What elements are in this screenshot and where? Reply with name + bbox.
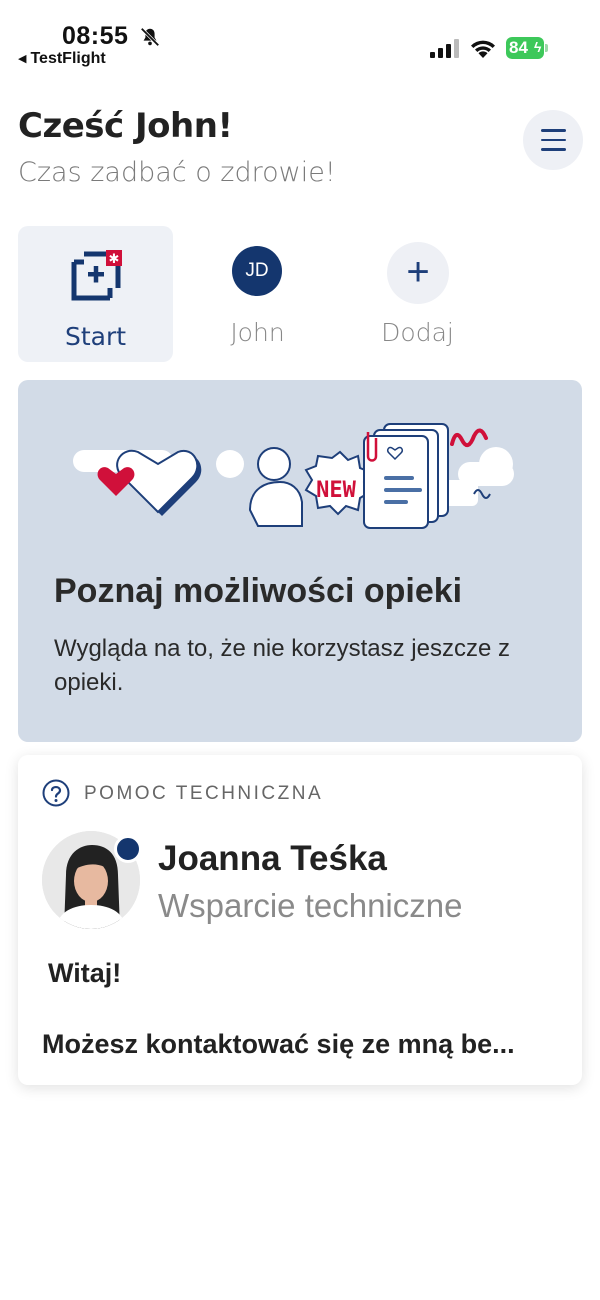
status-time: 08:55 <box>62 22 129 50</box>
tab-add-profile[interactable]: + Dodaj <box>340 226 495 362</box>
promo-title: Poznaj możliwości opieki <box>54 572 463 610</box>
new-badge-label: NEW <box>316 478 356 503</box>
document-stack-icon <box>363 423 449 529</box>
status-bar: 08:55 ◀ TestFlight 84 ϟ <box>0 0 600 80</box>
svg-text:✱: ✱ <box>109 252 120 267</box>
tab-john-label: John <box>230 318 285 347</box>
wifi-icon <box>471 40 495 58</box>
battery-level: 84 <box>509 38 528 57</box>
add-profile-button[interactable]: + <box>387 242 449 304</box>
person-illustration <box>248 447 303 527</box>
help-question-icon <box>42 779 70 807</box>
tab-add-label: Dodaj <box>381 318 454 347</box>
back-triangle-icon: ◀ <box>18 53 27 65</box>
back-to-app-link[interactable]: ◀ TestFlight <box>18 50 106 68</box>
charging-bolt-icon: ϟ <box>534 39 542 55</box>
tab-start[interactable]: ✱ Start <box>18 226 173 362</box>
battery-tip <box>545 44 548 52</box>
online-status-dot <box>114 835 142 863</box>
tech-support-card[interactable]: POMOC TECHNICZNA Joanna Teśka Wsparcie t… <box>18 755 582 1085</box>
tab-profile-john[interactable]: JD John <box>180 226 335 362</box>
menu-button[interactable] <box>523 110 583 170</box>
message-greeting: Witaj! <box>48 958 122 988</box>
greeting-subtitle: Czas zadbać o zdrowie! <box>18 157 336 188</box>
care-promo-card[interactable]: NEW Poznaj możliwości opieki Wygląda na … <box>18 380 582 742</box>
back-app-label: TestFlight <box>30 50 106 67</box>
care-illustration: NEW <box>73 423 514 529</box>
battery-indicator: 84 ϟ <box>506 37 544 59</box>
medical-cross-icon: ✱ <box>71 250 122 301</box>
support-section-label: POMOC TECHNICZNA <box>84 783 324 804</box>
agent-role: Wsparcie techniczne <box>158 887 463 924</box>
avatar: JD <box>232 246 282 296</box>
plus-icon: + <box>406 250 430 294</box>
new-badge: NEW <box>304 450 372 516</box>
bell-muted-icon <box>140 27 160 47</box>
promo-description: Wygląda na to, że nie korzystasz jeszcze… <box>54 635 510 696</box>
greeting-title: Cześć John! <box>18 106 233 146</box>
agent-name: Joanna Teśka <box>158 839 387 878</box>
message-preview: Możesz kontaktować się ze mną be... <box>42 1029 515 1059</box>
tab-start-label: Start <box>64 322 127 351</box>
cell-signal-icon <box>430 39 459 58</box>
